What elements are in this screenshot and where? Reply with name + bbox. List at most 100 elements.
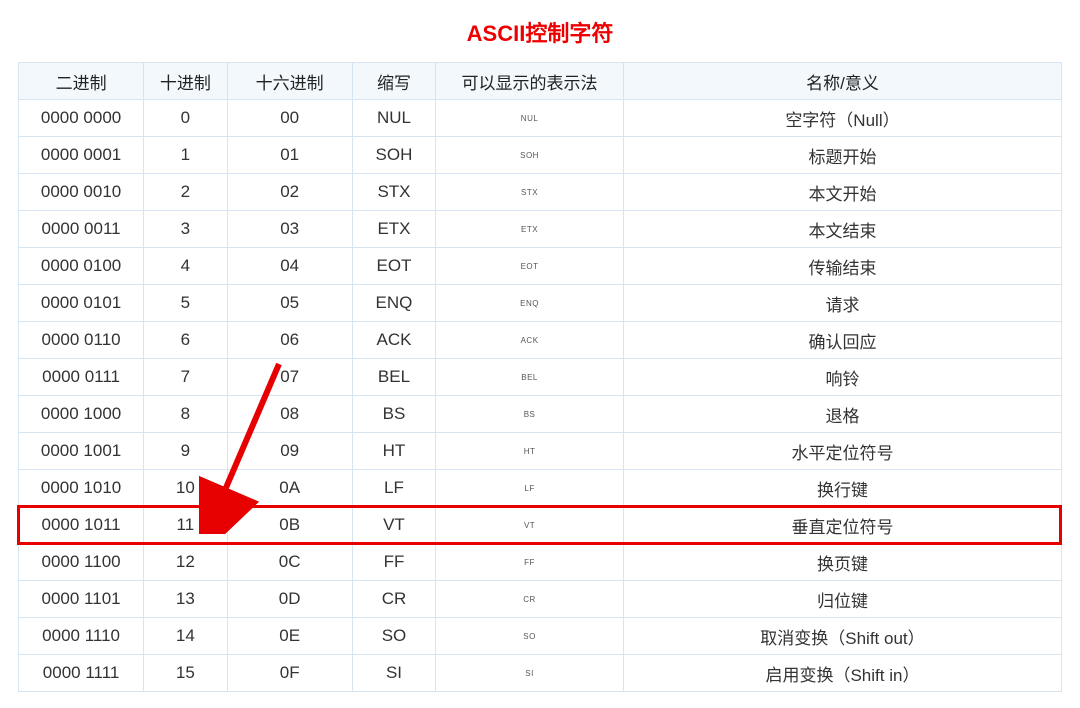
cell-dec: 6 <box>144 322 227 359</box>
table-row: 0000 0111707BELBEL响铃 <box>19 359 1062 396</box>
cell-hex: 0B <box>227 507 352 544</box>
cell-abbr: NUL <box>352 100 435 137</box>
cell-hex: 06 <box>227 322 352 359</box>
cell-abbr: BS <box>352 396 435 433</box>
table-row: 0000 1110140ESOSO取消变换（Shift out） <box>19 618 1062 655</box>
col-header-name: 名称/意义 <box>623 63 1061 100</box>
table-row: 0000 0001101SOHSOH标题开始 <box>19 137 1062 174</box>
cell-hex: 09 <box>227 433 352 470</box>
cell-disp: NUL <box>436 100 624 137</box>
cell-bin: 0000 0011 <box>19 211 144 248</box>
col-header-binary: 二进制 <box>19 63 144 100</box>
cell-disp: CR <box>436 581 624 618</box>
cell-name: 退格 <box>623 396 1061 433</box>
cell-disp: BS <box>436 396 624 433</box>
cell-dec: 10 <box>144 470 227 507</box>
cell-hex: 0E <box>227 618 352 655</box>
cell-abbr: HT <box>352 433 435 470</box>
cell-dec: 14 <box>144 618 227 655</box>
table-row: 0000 1010100ALFLF换行键 <box>19 470 1062 507</box>
cell-abbr: ETX <box>352 211 435 248</box>
cell-bin: 0000 0111 <box>19 359 144 396</box>
cell-name: 垂直定位符号 <box>623 507 1061 544</box>
cell-name: 传输结束 <box>623 248 1061 285</box>
col-header-decimal: 十进制 <box>144 63 227 100</box>
cell-abbr: FF <box>352 544 435 581</box>
cell-hex: 02 <box>227 174 352 211</box>
table-row: 0000 1001909HTHT水平定位符号 <box>19 433 1062 470</box>
cell-hex: 0D <box>227 581 352 618</box>
table-row: 0000 1100120CFFFF换页键 <box>19 544 1062 581</box>
cell-name: 换行键 <box>623 470 1061 507</box>
cell-dec: 5 <box>144 285 227 322</box>
cell-hex: 04 <box>227 248 352 285</box>
cell-disp: SI <box>436 655 624 692</box>
cell-hex: 03 <box>227 211 352 248</box>
cell-dec: 4 <box>144 248 227 285</box>
cell-disp: LF <box>436 470 624 507</box>
cell-bin: 0000 0101 <box>19 285 144 322</box>
cell-bin: 0000 1011 <box>19 507 144 544</box>
cell-bin: 0000 1111 <box>19 655 144 692</box>
cell-name: 取消变换（Shift out） <box>623 618 1061 655</box>
table-row: 0000 0011303ETXETX本文结束 <box>19 211 1062 248</box>
cell-dec: 8 <box>144 396 227 433</box>
cell-hex: 00 <box>227 100 352 137</box>
cell-disp: STX <box>436 174 624 211</box>
cell-dec: 2 <box>144 174 227 211</box>
cell-disp: BEL <box>436 359 624 396</box>
cell-name: 请求 <box>623 285 1061 322</box>
cell-bin: 0000 0000 <box>19 100 144 137</box>
cell-bin: 0000 0100 <box>19 248 144 285</box>
cell-name: 本文结束 <box>623 211 1061 248</box>
col-header-abbr: 缩写 <box>352 63 435 100</box>
cell-dec: 7 <box>144 359 227 396</box>
cell-bin: 0000 0110 <box>19 322 144 359</box>
col-header-hex: 十六进制 <box>227 63 352 100</box>
cell-dec: 0 <box>144 100 227 137</box>
cell-bin: 0000 0001 <box>19 137 144 174</box>
cell-name: 水平定位符号 <box>623 433 1061 470</box>
cell-abbr: BEL <box>352 359 435 396</box>
table-container: 二进制 十进制 十六进制 缩写 可以显示的表示法 名称/意义 0000 0000… <box>18 62 1062 692</box>
cell-disp: VT <box>436 507 624 544</box>
cell-name: 本文开始 <box>623 174 1061 211</box>
cell-hex: 0C <box>227 544 352 581</box>
table-row: 0000 1000808BSBS退格 <box>19 396 1062 433</box>
cell-disp: ENQ <box>436 285 624 322</box>
cell-hex: 0F <box>227 655 352 692</box>
cell-hex: 08 <box>227 396 352 433</box>
cell-bin: 0000 1101 <box>19 581 144 618</box>
cell-abbr: SI <box>352 655 435 692</box>
cell-name: 标题开始 <box>623 137 1061 174</box>
cell-bin: 0000 0010 <box>19 174 144 211</box>
cell-dec: 13 <box>144 581 227 618</box>
cell-name: 启用变换（Shift in） <box>623 655 1061 692</box>
cell-abbr: VT <box>352 507 435 544</box>
cell-disp: EOT <box>436 248 624 285</box>
cell-disp: FF <box>436 544 624 581</box>
cell-bin: 0000 1010 <box>19 470 144 507</box>
cell-abbr: SO <box>352 618 435 655</box>
table-row: 0000 1011110BVTVT垂直定位符号 <box>19 507 1062 544</box>
cell-hex: 01 <box>227 137 352 174</box>
table-header-row: 二进制 十进制 十六进制 缩写 可以显示的表示法 名称/意义 <box>19 63 1062 100</box>
cell-abbr: EOT <box>352 248 435 285</box>
table-row: 0000 0000000NULNUL空字符（Null） <box>19 100 1062 137</box>
cell-disp: HT <box>436 433 624 470</box>
table-row: 0000 1101130DCRCR归位键 <box>19 581 1062 618</box>
cell-dec: 15 <box>144 655 227 692</box>
cell-hex: 0A <box>227 470 352 507</box>
cell-abbr: SOH <box>352 137 435 174</box>
cell-bin: 0000 1110 <box>19 618 144 655</box>
table-row: 0000 0100404EOTEOT传输结束 <box>19 248 1062 285</box>
table-row: 0000 1111150FSISI启用变换（Shift in） <box>19 655 1062 692</box>
cell-dec: 12 <box>144 544 227 581</box>
cell-abbr: CR <box>352 581 435 618</box>
cell-disp: ETX <box>436 211 624 248</box>
cell-abbr: ENQ <box>352 285 435 322</box>
col-header-display: 可以显示的表示法 <box>436 63 624 100</box>
table-row: 0000 0010202STXSTX本文开始 <box>19 174 1062 211</box>
cell-abbr: ACK <box>352 322 435 359</box>
cell-name: 空字符（Null） <box>623 100 1061 137</box>
